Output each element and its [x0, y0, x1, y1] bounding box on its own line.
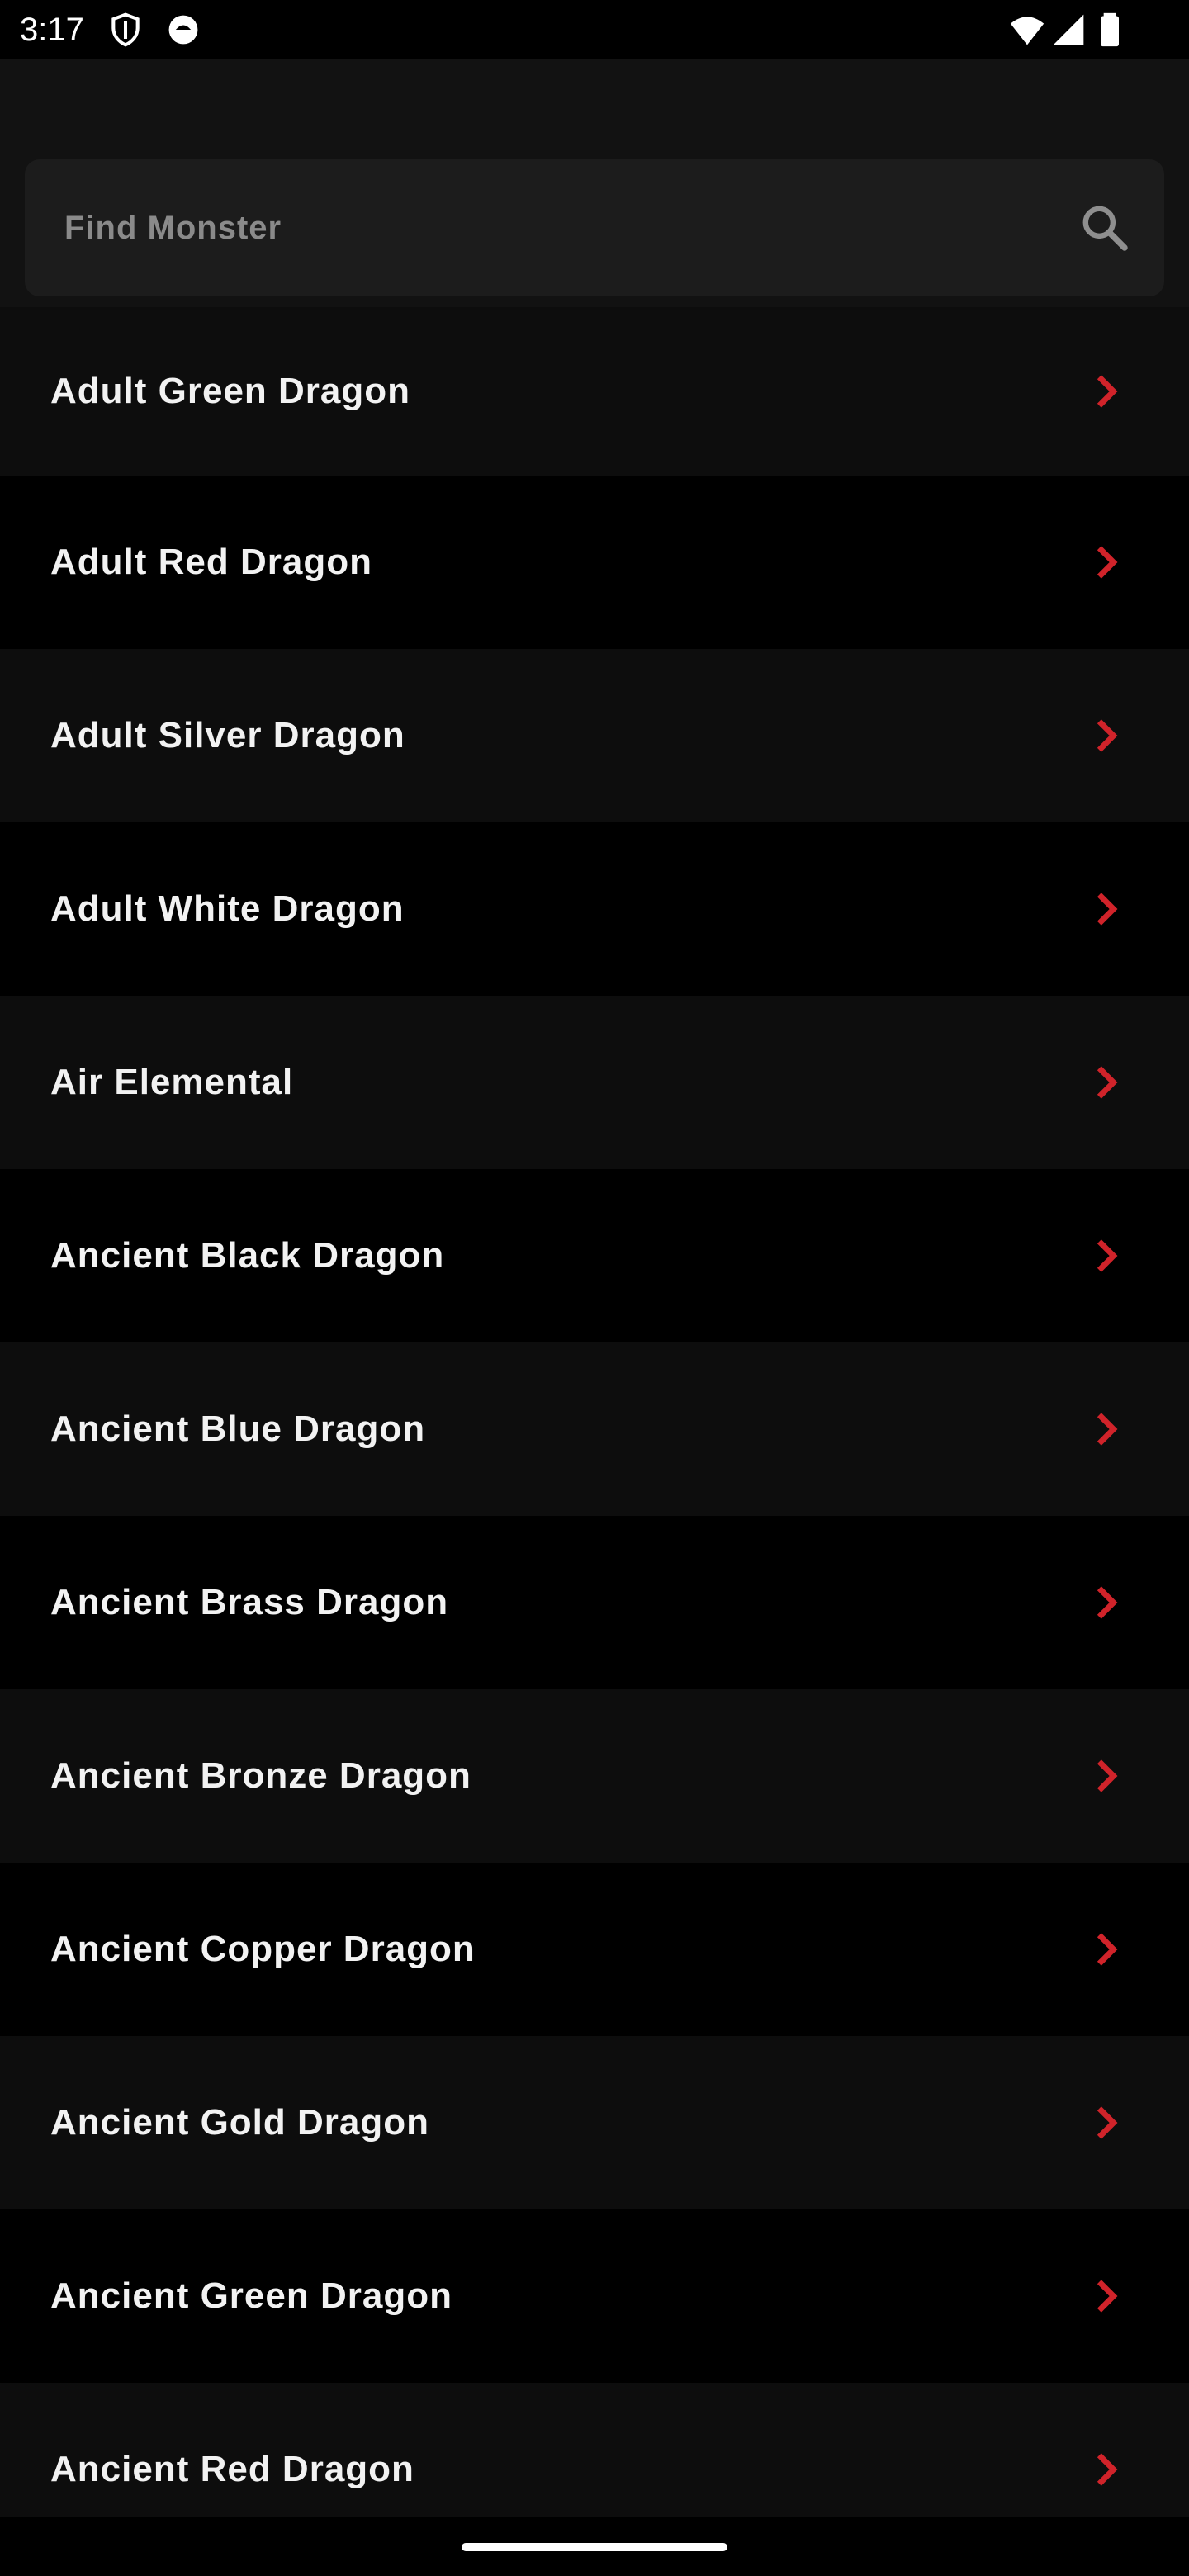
monster-name: Ancient Blue Dragon — [50, 1409, 426, 1449]
chevron-right-icon — [1097, 1759, 1118, 1792]
monster-name: Adult White Dragon — [50, 888, 405, 929]
search-icon[interactable] — [1078, 201, 1131, 254]
status-bar: 3:17 — [0, 0, 1189, 59]
search-bar[interactable] — [25, 159, 1164, 296]
chevron-right-icon — [1097, 1586, 1118, 1619]
list-item[interactable]: Adult Green Dragon — [0, 307, 1189, 476]
monster-name: Adult Red Dragon — [50, 542, 372, 582]
monster-name: Ancient Gold Dragon — [50, 2102, 429, 2143]
status-time: 3:17 — [20, 12, 84, 48]
list-item[interactable]: Ancient Black Dragon — [0, 1169, 1189, 1342]
signal-icon — [1053, 14, 1084, 45]
list-item[interactable]: Adult Red Dragon — [0, 476, 1189, 649]
chevron-right-icon — [1097, 546, 1118, 579]
monster-name: Adult Silver Dragon — [50, 715, 405, 755]
chevron-right-icon — [1097, 2453, 1118, 2486]
chevron-right-icon — [1097, 1413, 1118, 1446]
chevron-right-icon — [1097, 1933, 1118, 1966]
chevron-right-icon — [1097, 719, 1118, 752]
monster-name: Ancient Brass Dragon — [50, 1582, 449, 1622]
monster-name: Adult Green Dragon — [50, 371, 411, 411]
list-item[interactable]: Ancient Copper Dragon — [0, 1863, 1189, 2036]
wifi-icon — [1010, 17, 1045, 45]
search-input[interactable] — [64, 159, 1039, 296]
monster-name: Ancient Green Dragon — [50, 2275, 452, 2316]
chevron-right-icon — [1097, 1239, 1118, 1272]
list-item[interactable]: Ancient Blue Dragon — [0, 1342, 1189, 1516]
shield-icon — [111, 12, 140, 47]
chevron-right-icon — [1097, 375, 1118, 408]
chevron-right-icon — [1097, 2280, 1118, 2313]
monster-name: Ancient Copper Dragon — [50, 1929, 476, 1969]
home-indicator[interactable] — [462, 2543, 727, 2551]
monster-name: Ancient Black Dragon — [50, 1235, 445, 1276]
list-item[interactable]: Ancient Red Dragon — [0, 2383, 1189, 2517]
list-item[interactable]: Ancient Bronze Dragon — [0, 1689, 1189, 1863]
list-item[interactable]: Adult Silver Dragon — [0, 649, 1189, 822]
list-item[interactable]: Ancient Green Dragon — [0, 2209, 1189, 2383]
monster-name: Ancient Bronze Dragon — [50, 1755, 471, 1796]
chevron-right-icon — [1097, 2106, 1118, 2139]
monster-name: Air Elemental — [50, 1062, 294, 1102]
monster-list[interactable]: Adult Green Dragon Adult Red Dragon Adul… — [0, 307, 1189, 2517]
chevron-right-icon — [1097, 1066, 1118, 1099]
monster-name: Ancient Red Dragon — [50, 2449, 414, 2489]
battery-icon — [1101, 12, 1119, 47]
chevron-right-icon — [1097, 893, 1118, 926]
list-item[interactable]: Adult White Dragon — [0, 822, 1189, 996]
list-item[interactable]: Ancient Brass Dragon — [0, 1516, 1189, 1689]
list-item[interactable]: Ancient Gold Dragon — [0, 2036, 1189, 2209]
list-item[interactable]: Air Elemental — [0, 996, 1189, 1169]
face-icon — [168, 15, 198, 45]
